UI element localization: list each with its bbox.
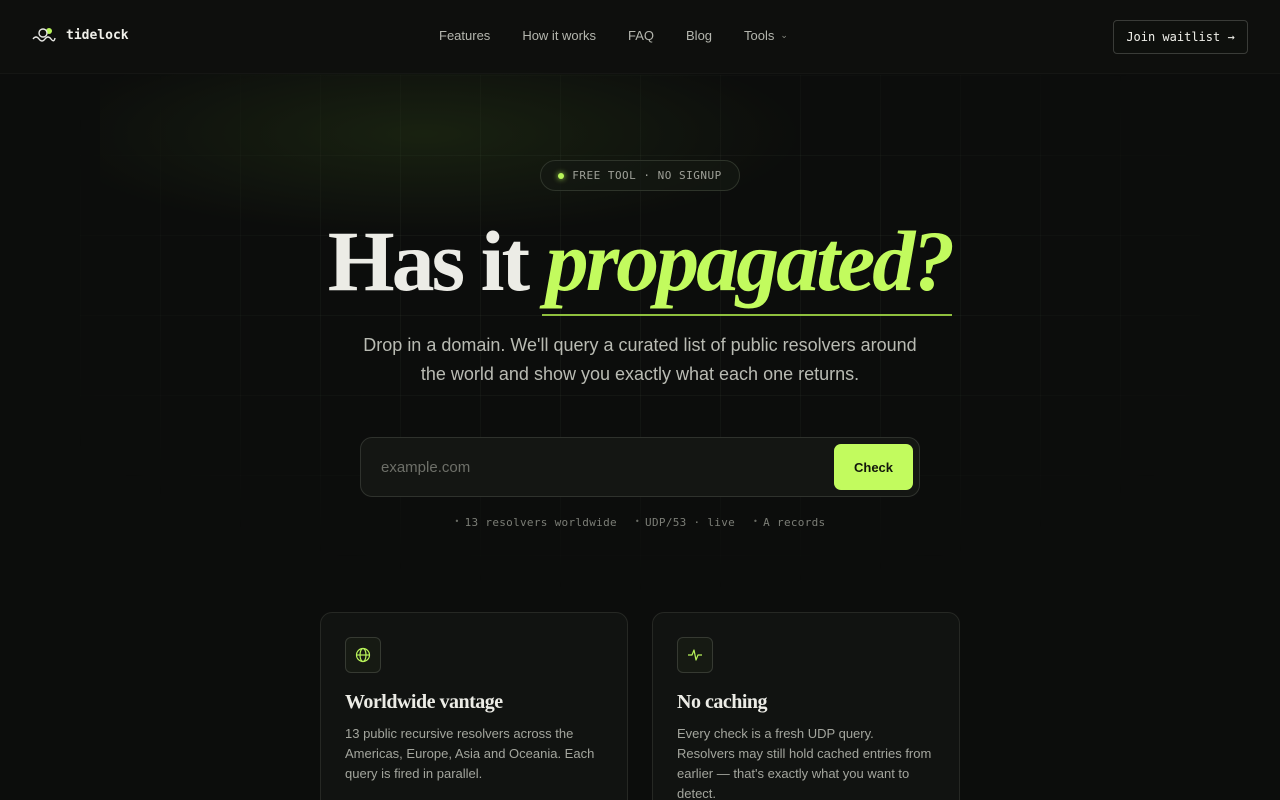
chevron-down-icon: ⌄ — [780, 30, 788, 40]
nav-item-blog[interactable]: Blog — [686, 28, 712, 43]
hero-headline-accent: propagated? — [541, 213, 955, 316]
hero-headline-plain: Has it — [327, 213, 546, 309]
feature-card-body: 13 public recursive resolvers across the… — [345, 726, 595, 781]
feature-card-title: No caching — [677, 691, 768, 713]
brand-name: tidelock — [66, 27, 129, 43]
brand-logo[interactable]: tidelock — [32, 26, 129, 44]
activity-icon — [677, 637, 713, 673]
hero-subcopy: Drop in a domain. We'll query a curated … — [363, 335, 917, 384]
meta-resolvers: 13 resolvers worldwide — [455, 516, 617, 529]
meta-protocol: UDP/53 · live — [635, 516, 735, 529]
feature-card-no-caching: No caching Every check is a fresh UDP qu… — [652, 612, 960, 800]
globe-icon — [345, 637, 381, 673]
feature-card-body: Every check is a fresh UDP query. Resolv… — [677, 726, 932, 800]
search-meta: 13 resolvers worldwide UDP/53 · live A r… — [0, 516, 1280, 529]
wave-sun-logo-icon — [32, 28, 56, 42]
check-button[interactable]: Check — [834, 444, 913, 490]
nav-item-how-it-works[interactable]: How it works — [522, 28, 596, 43]
site-header: tidelock Features How it works FAQ Blog … — [0, 0, 1280, 74]
nav-item-faq[interactable]: FAQ — [628, 28, 654, 43]
nav-item-features[interactable]: Features — [439, 28, 490, 43]
feature-card-worldwide: Worldwide vantage 13 public recursive re… — [320, 612, 628, 800]
meta-record-type: A records — [753, 516, 825, 529]
main-nav: Features How it works FAQ Blog Tools ⌄ — [439, 28, 788, 43]
nav-item-tools-label: Tools — [744, 28, 775, 43]
nav-item-tools[interactable]: Tools ⌄ — [744, 28, 788, 43]
live-dot-icon — [558, 172, 565, 179]
domain-input[interactable] — [381, 438, 821, 496]
join-waitlist-button[interactable]: Join waitlist → — [1113, 20, 1248, 54]
hero-badge-label: FREE TOOL · NO SIGNUP — [572, 169, 722, 182]
feature-card-title: Worldwide vantage — [345, 691, 503, 713]
hero-headline: Has it propagated? — [0, 213, 1280, 316]
hero-badge: FREE TOOL · NO SIGNUP — [540, 160, 740, 191]
domain-search-form: Check — [360, 437, 920, 497]
